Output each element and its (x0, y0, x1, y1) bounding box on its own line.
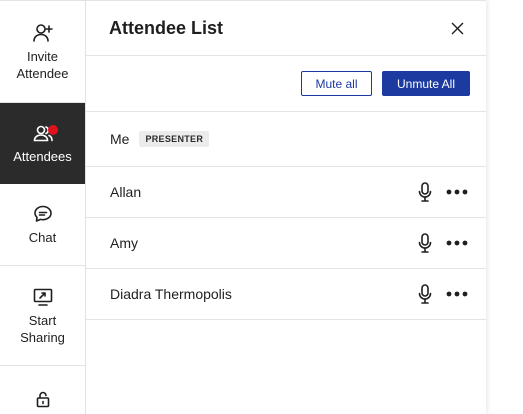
attendee-actions (418, 284, 468, 304)
lock-icon (35, 390, 51, 408)
close-icon[interactable] (448, 19, 466, 37)
rail-label-share: Start Sharing (20, 312, 65, 345)
rail-label-invite: Invite Attendee (16, 48, 69, 81)
microphone-icon[interactable] (418, 182, 432, 202)
meeting-app: Invite Attendee Attendees Chat Start Sha… (0, 0, 523, 414)
rail-item-lock[interactable] (0, 366, 85, 414)
side-rail: Invite Attendee Attendees Chat Start Sha… (0, 0, 86, 414)
presenter-badge: PRESENTER (139, 131, 210, 147)
notification-dot (48, 125, 58, 135)
attendee-name: Amy (110, 235, 138, 251)
more-horizontal-icon[interactable] (446, 291, 468, 297)
attendee-actions (418, 233, 468, 253)
rail-label-chat: Chat (28, 230, 57, 245)
more-horizontal-icon[interactable] (446, 189, 468, 195)
attendee-row-me: Me PRESENTER (86, 112, 486, 167)
attendee-list-panel: Attendee List Mute all Unmute All Me PRE… (86, 0, 486, 414)
rail-item-invite-attendee[interactable]: Invite Attendee (0, 1, 85, 103)
panel-header: Attendee List (86, 1, 486, 56)
rail-item-attendees[interactable]: Attendees (0, 103, 85, 184)
rail-label-attendees: Attendees (13, 148, 72, 164)
attendee-row: Allan (86, 167, 486, 218)
panel-title: Attendee List (109, 17, 224, 38)
more-horizontal-icon[interactable] (446, 240, 468, 246)
attendee-name: Me (110, 131, 130, 147)
bulk-audio-toolbar: Mute all Unmute All (86, 56, 486, 112)
add-person-icon (32, 22, 54, 44)
attendee-row: Amy (86, 218, 486, 269)
attendee-actions (418, 182, 468, 202)
screen-share-icon (32, 286, 54, 308)
microphone-icon[interactable] (418, 233, 432, 253)
mute-all-button[interactable]: Mute all (301, 71, 372, 96)
rail-item-chat[interactable]: Chat (0, 184, 85, 266)
unmute-all-button[interactable]: Unmute All (382, 71, 470, 96)
microphone-icon[interactable] (418, 284, 432, 304)
attendee-name: Diadra Thermopolis (110, 286, 232, 302)
chat-bubble-icon (32, 203, 54, 225)
attendee-row: Diadra Thermopolis (86, 269, 486, 320)
rail-item-start-sharing[interactable]: Start Sharing (0, 266, 85, 366)
attendee-name: Allan (110, 184, 142, 200)
